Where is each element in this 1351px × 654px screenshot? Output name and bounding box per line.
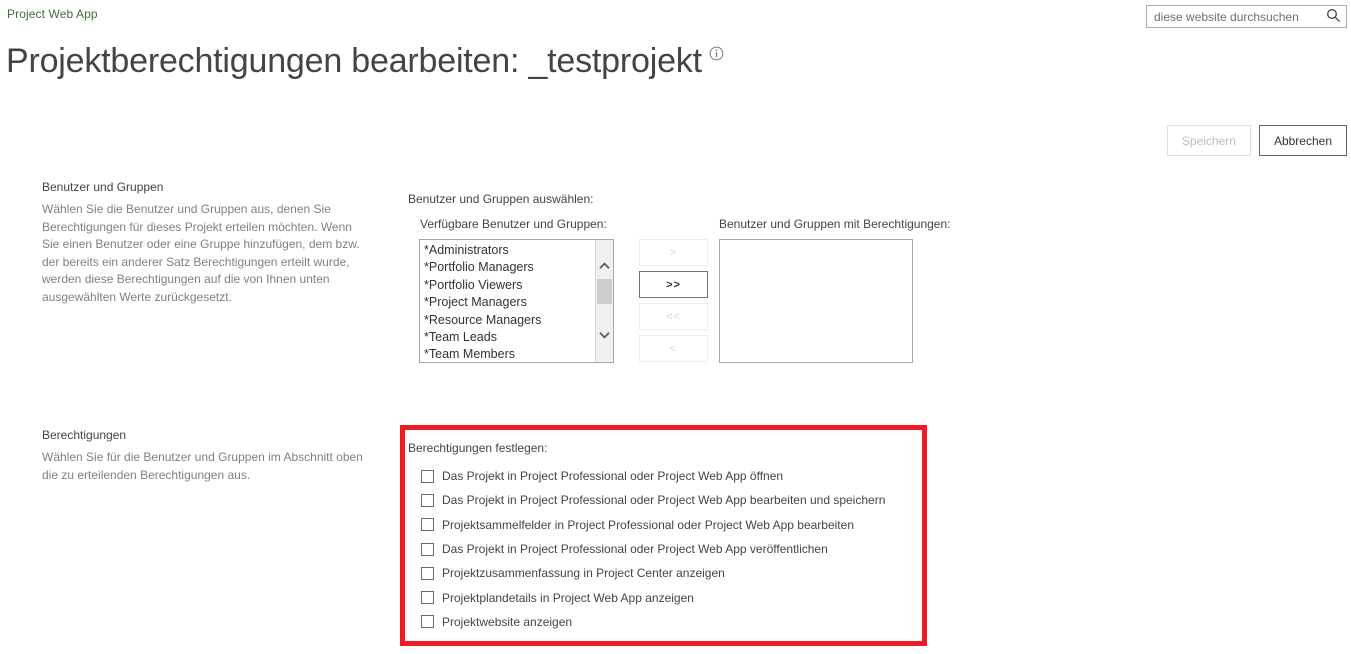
- permissions-section-heading: Berechtigungen: [42, 428, 127, 442]
- available-users-items: *Administrators *Portfolio Managers *Por…: [420, 240, 595, 362]
- permission-label[interactable]: Das Projekt in Project Professional oder…: [442, 541, 828, 557]
- search-icon: [1326, 8, 1341, 26]
- transfer-button-group: > >> << <: [639, 239, 708, 362]
- permission-label[interactable]: Das Projekt in Project Professional oder…: [442, 492, 885, 508]
- search-button[interactable]: [1320, 6, 1346, 27]
- permission-label[interactable]: Das Projekt in Project Professional oder…: [442, 468, 783, 484]
- permission-checkbox[interactable]: [421, 493, 434, 507]
- suite-nav-link[interactable]: Project Web App: [7, 7, 98, 21]
- permission-row[interactable]: Das Projekt in Project Professional oder…: [421, 488, 921, 512]
- permission-checkbox[interactable]: [421, 542, 434, 556]
- selected-users-items: [720, 240, 912, 362]
- permission-label[interactable]: Projektwebsite anzeigen: [442, 614, 572, 630]
- selected-users-label: Benutzer und Gruppen mit Berechtigungen:: [719, 217, 951, 231]
- move-left-all-button[interactable]: <<: [639, 303, 708, 330]
- permission-checkbox[interactable]: [421, 591, 434, 605]
- page-title: Projektberechtigungen bearbeiten: _testp…: [6, 28, 724, 83]
- info-circle-icon[interactable]: [709, 28, 724, 72]
- list-item[interactable]: *Administrators: [424, 242, 595, 259]
- users-section-heading: Benutzer und Gruppen: [42, 180, 164, 194]
- users-section-description: Wählen Sie die Benutzer und Gruppen aus,…: [42, 202, 360, 304]
- permission-label[interactable]: Projektplandetails in Project Web App an…: [442, 590, 694, 606]
- list-item[interactable]: *Team Members: [424, 346, 595, 362]
- list-item[interactable]: *Portfolio Viewers: [424, 277, 595, 294]
- permission-label[interactable]: Projektzusammenfassung in Project Center…: [442, 565, 725, 581]
- scrollbar-thumb[interactable]: [597, 279, 612, 304]
- available-users-scrollbar[interactable]: [595, 240, 613, 362]
- available-users-label: Verfügbare Benutzer und Gruppen:: [420, 217, 607, 231]
- move-left-single-button[interactable]: <: [639, 335, 708, 362]
- search-box[interactable]: [1146, 5, 1347, 28]
- form-action-buttons: Speichern Abbrechen: [1166, 125, 1347, 156]
- list-item[interactable]: *Resource Managers: [424, 312, 595, 329]
- permission-row[interactable]: Projektplandetails in Project Web App an…: [421, 585, 921, 609]
- chevron-up-icon[interactable]: [596, 257, 613, 274]
- permissions-checkbox-list: Das Projekt in Project Professional oder…: [421, 464, 921, 634]
- list-item[interactable]: *Portfolio Managers: [424, 259, 595, 276]
- save-button[interactable]: Speichern: [1166, 125, 1251, 156]
- search-input[interactable]: [1147, 6, 1320, 27]
- list-item[interactable]: *Project Managers: [424, 294, 595, 311]
- move-right-all-button[interactable]: >>: [639, 271, 708, 298]
- users-picker-label: Benutzer und Gruppen auswählen:: [408, 192, 594, 206]
- permissions-section-description: Wählen Sie für die Benutzer und Gruppen …: [42, 450, 363, 482]
- permission-row[interactable]: Projektwebsite anzeigen: [421, 610, 921, 634]
- move-right-single-button[interactable]: >: [639, 239, 708, 266]
- list-item[interactable]: *Team Leads: [424, 329, 595, 346]
- permission-checkbox[interactable]: [421, 615, 434, 629]
- permission-row[interactable]: Projektzusammenfassung in Project Center…: [421, 561, 921, 585]
- page-title-text: Projektberechtigungen bearbeiten: _testp…: [6, 42, 702, 80]
- chevron-down-icon[interactable]: [596, 326, 613, 343]
- permission-checkbox[interactable]: [421, 469, 434, 483]
- permission-checkbox[interactable]: [421, 566, 434, 580]
- permission-checkbox[interactable]: [421, 518, 434, 532]
- permission-label[interactable]: Projektsammelfelder in Project Professio…: [442, 517, 854, 533]
- permission-row[interactable]: Das Projekt in Project Professional oder…: [421, 464, 921, 488]
- permissions-set-label: Berechtigungen festlegen:: [408, 441, 548, 455]
- cancel-button[interactable]: Abbrechen: [1258, 125, 1347, 156]
- permission-row[interactable]: Das Projekt in Project Professional oder…: [421, 537, 921, 561]
- selected-users-listbox[interactable]: [719, 239, 913, 363]
- available-users-listbox[interactable]: *Administrators *Portfolio Managers *Por…: [419, 239, 614, 363]
- permission-row[interactable]: Projektsammelfelder in Project Professio…: [421, 513, 921, 537]
